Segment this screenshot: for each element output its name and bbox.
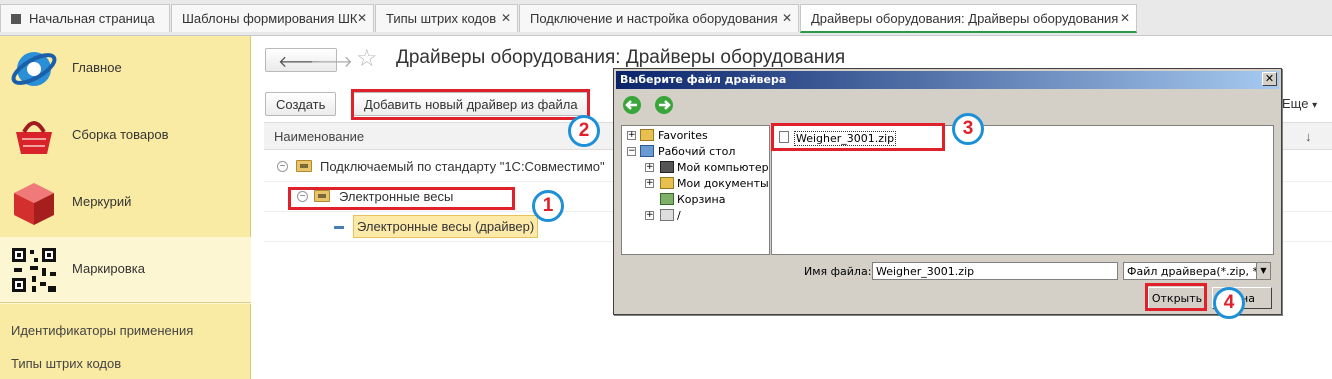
item-icon <box>334 226 344 229</box>
folder-tree-pane: + Favorites − Рабочий стол + Мой компьют… <box>621 125 770 255</box>
file-open-dialog: Выберите файл драйвера ✕ + Favorites − Р… <box>613 68 1282 315</box>
sidebar-item-label: Главное <box>72 60 122 75</box>
folder-icon <box>640 129 654 141</box>
filetype-value: Файл драйвера(*.zip, *.e <box>1127 265 1269 278</box>
tab-barcode-templates[interactable]: Шаблоны формирования ШК ✕ <box>171 4 374 32</box>
step-badge-4: 4 <box>1213 287 1245 319</box>
expand-icon[interactable]: + <box>645 163 654 172</box>
filename-input[interactable]: Weigher_3001.zip <box>872 262 1118 280</box>
close-icon[interactable]: ✕ <box>501 11 511 25</box>
forward-arrow-icon[interactable]: 🡒 <box>310 51 353 72</box>
filetype-select[interactable]: Файл драйвера(*.zip, *.e ▼ <box>1123 262 1271 280</box>
sidebar-item-mercury[interactable]: Меркурий <box>0 170 251 237</box>
sidebar-item-goods-assembly[interactable]: Сборка товаров <box>0 103 251 170</box>
forward-arrow-icon[interactable] <box>654 95 674 115</box>
step-badge-2: 2 <box>568 115 600 147</box>
create-button[interactable]: Создать <box>265 92 337 116</box>
column-name-header[interactable]: Наименование <box>274 129 364 144</box>
sidebar-link-barcode-types[interactable]: Типы штрих кодов <box>11 356 121 371</box>
expand-icon[interactable]: + <box>645 211 654 220</box>
sidebar-link-identifiers[interactable]: Идентификаторы применения <box>11 323 193 338</box>
home-icon <box>11 14 21 24</box>
step-badge-3: 3 <box>952 113 984 145</box>
more-label: Еще <box>1282 96 1309 111</box>
favorite-star-icon[interactable]: ☆ <box>356 44 378 73</box>
highlight-electronic-scales <box>288 187 515 210</box>
back-arrow-icon[interactable] <box>622 95 642 115</box>
folder-icon <box>296 160 312 172</box>
qr-code-icon <box>12 248 56 292</box>
main-globe-icon <box>11 52 57 86</box>
sidebar: Главное Сборка товаров Меркурий Маркиров… <box>0 36 251 379</box>
desktop-icon <box>640 145 654 157</box>
sidebar-item-label: Сборка товаров <box>72 127 169 142</box>
tab-label: Драйверы оборудования: Драйверы оборудов… <box>811 11 1119 26</box>
sort-arrow-icon[interactable]: ↓ <box>1305 129 1312 144</box>
documents-folder-icon <box>660 177 674 189</box>
highlight-open-button <box>1145 283 1207 311</box>
chevron-down-icon: ▾ <box>1312 100 1318 111</box>
tree-node-my-documents[interactable]: Мои документы <box>677 177 769 190</box>
close-icon[interactable]: ✕ <box>357 11 367 25</box>
collapse-icon[interactable]: − <box>627 147 636 156</box>
close-icon[interactable]: ✕ <box>782 11 792 25</box>
sidebar-item-label: Маркировка <box>72 261 145 276</box>
dropdown-arrow-icon[interactable]: ▼ <box>1256 263 1270 279</box>
tab-label: Начальная страница <box>29 11 155 26</box>
dialog-title-bar: Выберите файл драйвера ✕ <box>616 71 1279 89</box>
collapse-icon[interactable]: − <box>277 161 288 172</box>
highlight-file <box>771 123 945 151</box>
page-title: Драйверы оборудования: Драйверы оборудов… <box>396 47 846 68</box>
drive-icon <box>660 209 674 221</box>
highlight-add-driver <box>351 89 590 120</box>
tree-node-my-computer[interactable]: Мой компьютер <box>677 161 769 174</box>
tree-row-label: Электронные весы (драйвер) <box>353 215 539 238</box>
sidebar-item-main[interactable]: Главное <box>0 36 251 103</box>
tab-equipment-drivers[interactable]: Драйверы оборудования: Драйверы оборудов… <box>800 4 1137 33</box>
cube-icon <box>14 183 54 225</box>
basket-icon <box>16 121 52 154</box>
tab-label: Типы штрих кодов <box>386 11 497 26</box>
filename-label: Имя файла: <box>804 265 872 278</box>
expand-icon[interactable]: + <box>645 179 654 188</box>
dialog-title: Выберите файл драйвера <box>620 73 787 86</box>
tab-barcode-types[interactable]: Типы штрих кодов ✕ <box>375 4 518 32</box>
tab-label: Подключение и настройка оборудования <box>530 11 778 26</box>
recycle-bin-icon <box>660 193 674 205</box>
tab-home[interactable]: Начальная страница <box>0 4 170 32</box>
close-icon[interactable]: ✕ <box>1120 11 1130 25</box>
tree-node-desktop[interactable]: Рабочий стол <box>658 145 735 158</box>
sidebar-item-label: Меркурий <box>72 194 132 209</box>
sidebar-divider <box>0 302 251 303</box>
step-badge-1: 1 <box>532 190 564 222</box>
tree-node-recycle-bin[interactable]: Корзина <box>677 193 725 206</box>
tree-row-label: Подключаемый по стандарту "1С:Совместимо… <box>320 159 605 174</box>
more-button[interactable]: Еще ▾ <box>1276 92 1327 116</box>
tree-node-root[interactable]: / <box>677 209 681 222</box>
tab-bar: Начальная страница Шаблоны формирования … <box>0 0 1332 36</box>
tab-label: Шаблоны формирования ШК <box>182 11 358 26</box>
sidebar-item-marking[interactable]: Маркировка <box>0 237 251 304</box>
expand-icon[interactable]: + <box>627 131 636 140</box>
close-icon[interactable]: ✕ <box>1262 72 1277 86</box>
tab-equipment-setup[interactable]: Подключение и настройка оборудования ✕ <box>519 4 799 32</box>
tree-node-favorites[interactable]: Favorites <box>658 129 708 142</box>
history-nav: 🡐 🡒 <box>265 48 353 72</box>
computer-icon <box>660 161 674 173</box>
